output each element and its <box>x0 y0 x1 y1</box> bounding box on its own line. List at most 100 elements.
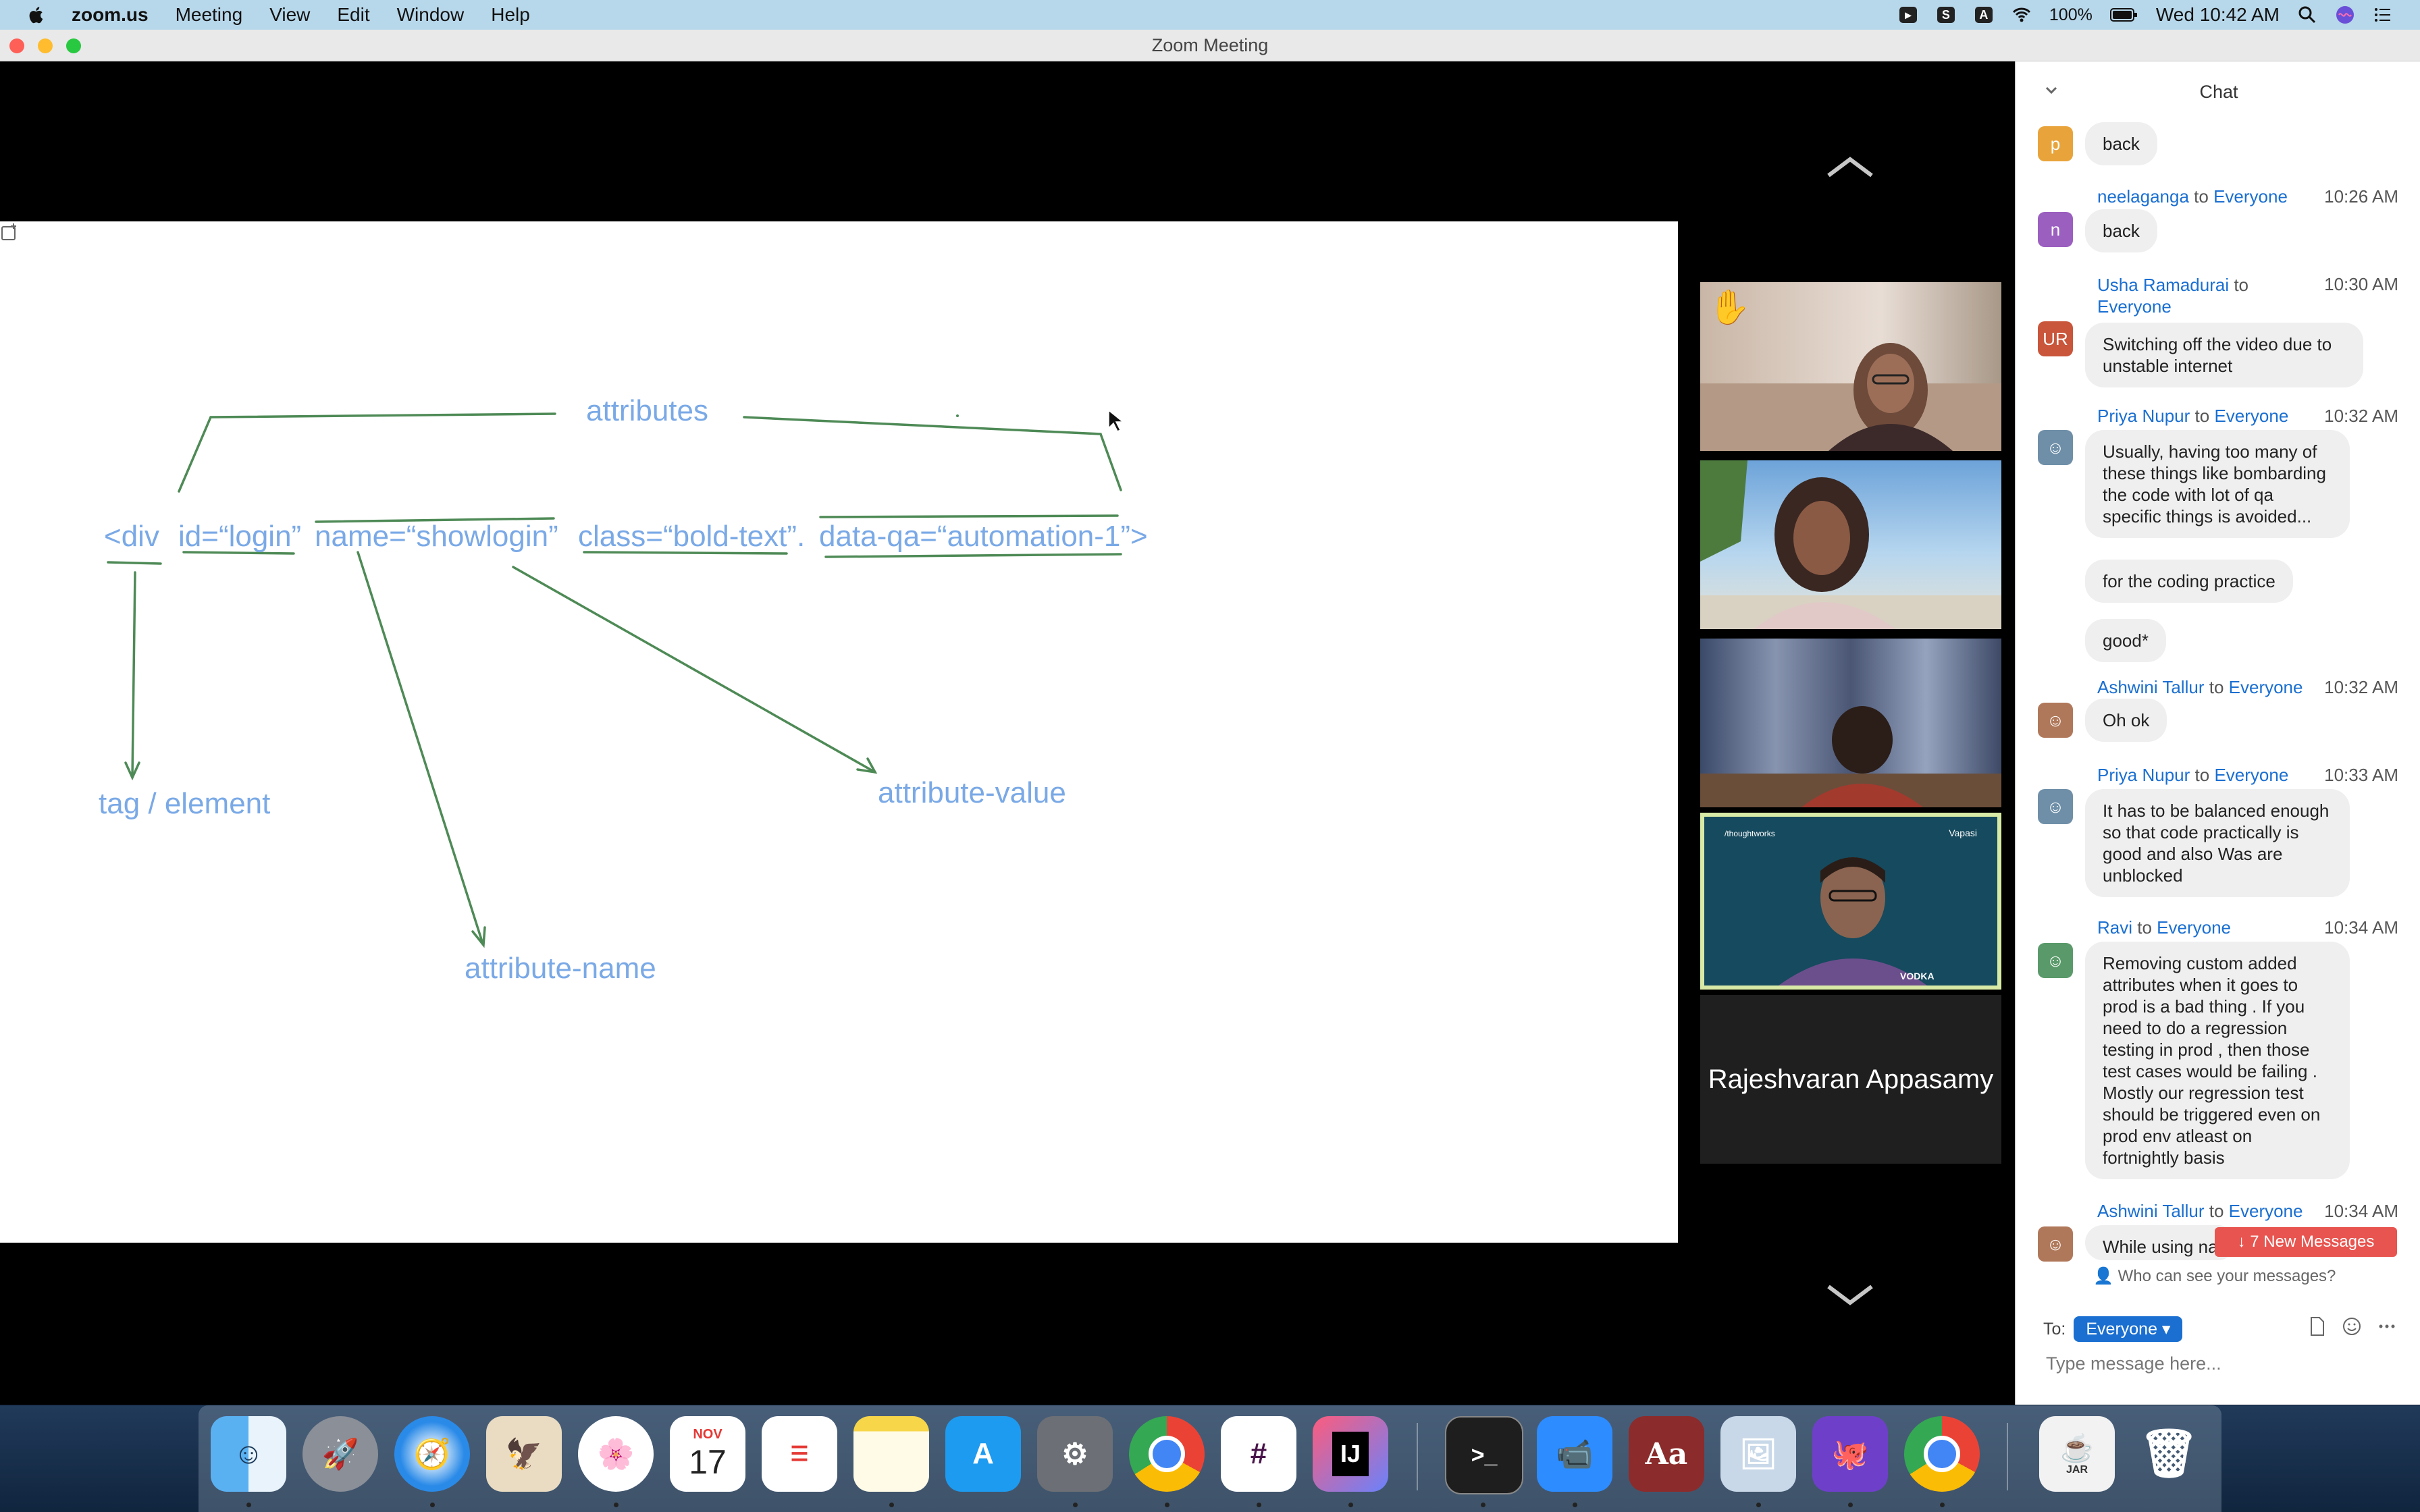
clock[interactable]: Wed 10:42 AM <box>2156 4 2280 26</box>
menu-edit[interactable]: Edit <box>337 4 369 26</box>
trash-icon[interactable]: 🗑 <box>2131 1416 2207 1492</box>
chat-bubble: Switching off the video due to unstable … <box>2085 323 2363 387</box>
participant-video-active-speaker[interactable]: /thoughtworks Vapasi VODKA <box>1700 813 2001 990</box>
chat-time: 10:34 AM <box>2324 917 2398 938</box>
dictionary-icon[interactable]: Aa <box>1629 1416 1704 1492</box>
wifi-icon[interactable] <box>2011 5 2032 25</box>
recipient-dropdown[interactable]: Everyone ▾ <box>2074 1316 2183 1342</box>
terminal-icon[interactable]: >_ <box>1445 1416 1523 1494</box>
launchpad-icon[interactable]: 🚀 <box>302 1416 378 1492</box>
running-indicator <box>1257 1503 1261 1507</box>
system-preferences-icon[interactable]: ⚙ <box>1037 1416 1113 1492</box>
minimize-window-button[interactable] <box>38 38 53 53</box>
photos-icon[interactable]: 🌸 <box>578 1416 654 1492</box>
whiteboard-drawing <box>107 409 1125 948</box>
skype-status-icon[interactable]: S <box>1936 5 1956 25</box>
chat-time: 10:30 AM <box>2324 274 2398 294</box>
gallery-down-arrow-icon[interactable] <box>1823 1281 1877 1308</box>
chat-time: 10:32 AM <box>2324 406 2398 426</box>
running-indicator <box>1165 1503 1169 1507</box>
running-indicator <box>1481 1503 1485 1507</box>
zoom-window-button[interactable] <box>66 38 81 53</box>
chat-sender: Usha Ramadurai to Everyone <box>2097 275 2249 317</box>
github-desktop-icon[interactable]: 🐙 <box>1812 1416 1888 1492</box>
running-indicator <box>1573 1503 1577 1507</box>
tile-brand-right: Vapasi <box>1949 828 1977 838</box>
running-indicator <box>614 1503 619 1507</box>
menu-window[interactable]: Window <box>397 4 465 26</box>
chat-bubble: back <box>2085 122 2157 165</box>
wb-id-code: id=“login” <box>178 520 302 553</box>
chat-sender: Priya Nupur to Everyone <box>2097 765 2289 785</box>
more-icon[interactable] <box>2377 1316 2397 1336</box>
to-label: To: <box>2043 1319 2066 1339</box>
zoom-app-icon[interactable]: 📹 <box>1537 1416 1612 1492</box>
chat-bubble: Usually, having too many of these things… <box>2085 430 2350 538</box>
chrome-icon-2[interactable] <box>1904 1416 1980 1492</box>
apple-icon[interactable] <box>27 5 45 25</box>
menu-help[interactable]: Help <box>491 4 530 26</box>
menu-meeting[interactable]: Meeting <box>176 4 243 26</box>
participant-video-2[interactable] <box>1700 460 2001 629</box>
annotate-icon[interactable] <box>0 221 20 242</box>
notification-center-icon[interactable] <box>2373 5 2393 25</box>
wb-name-code: name=“showlogin” <box>315 520 558 553</box>
input-source-icon[interactable]: A <box>1974 5 1994 25</box>
safari-icon[interactable]: 🧭 <box>394 1416 470 1492</box>
avatar: ☺ <box>2038 703 2073 738</box>
new-messages-button[interactable]: ↓ 7 New Messages <box>2215 1227 2397 1257</box>
running-indicator <box>1848 1503 1853 1507</box>
chrome-icon[interactable] <box>1129 1416 1205 1492</box>
chat-sender: Ravi to Everyone <box>2097 917 2232 938</box>
app-store-icon[interactable]: A <box>945 1416 1021 1492</box>
chat-bubble: Oh ok <box>2085 699 2167 742</box>
slack-icon[interactable]: # <box>1221 1416 1296 1492</box>
wb-attr-value-label: attribute-value <box>878 776 1066 809</box>
participant-video-1[interactable]: ✋ <box>1700 282 2001 451</box>
jar-file-icon[interactable]: ☕ JAR <box>2039 1416 2115 1492</box>
intellij-icon[interactable]: IJ <box>1313 1416 1388 1492</box>
siri-icon[interactable] <box>2335 5 2355 25</box>
zoom-status-icon[interactable]: ▸ <box>1898 5 1918 25</box>
preview-icon[interactable]: 🖼 <box>1720 1416 1796 1492</box>
tile-brand-left: /thoughtworks <box>1725 829 1775 838</box>
tile-shirt-text: VODKA <box>1900 971 1935 981</box>
chat-panel: Chat p back neelaganga to Everyone 10:26… <box>2015 61 2420 1405</box>
notes-icon[interactable] <box>853 1416 929 1492</box>
running-indicator <box>1073 1503 1078 1507</box>
calendar-icon[interactable]: NOV 17 <box>670 1416 745 1492</box>
menu-view[interactable]: View <box>269 4 310 26</box>
avatar: ☺ <box>2038 430 2073 465</box>
running-indicator <box>1756 1503 1761 1507</box>
wb-attributes: attributes <box>586 394 708 427</box>
battery-icon[interactable] <box>2109 7 2138 23</box>
avatar: ☺ <box>2038 789 2073 824</box>
participant-name-tile[interactable]: Rajeshvaran Appasamy <box>1700 995 2001 1164</box>
person-lock-icon: 👤 <box>2093 1267 2113 1285</box>
who-can-see-link[interactable]: 👤 Who can see your messages? <box>2093 1266 2336 1286</box>
file-icon[interactable] <box>2308 1316 2327 1336</box>
wb-attr-name-label: attribute-name <box>465 952 656 985</box>
avatar: p <box>2038 126 2073 161</box>
avatar: UR <box>2038 321 2073 356</box>
participant-video-3[interactable] <box>1700 639 2001 807</box>
chat-message-input[interactable]: Type message here... <box>2046 1353 2221 1374</box>
wb-tag-label: tag / element <box>99 787 271 820</box>
menu-app-zoom[interactable]: zoom.us <box>72 4 149 26</box>
chat-time: 10:34 AM <box>2324 1201 2398 1221</box>
chat-bubble: It has to be balanced enough so that cod… <box>2085 789 2350 897</box>
mouse-cursor-icon <box>1108 409 1125 433</box>
emoji-icon[interactable] <box>2342 1316 2362 1336</box>
gallery-up-arrow-icon[interactable] <box>1823 154 1877 181</box>
running-indicator <box>889 1503 894 1507</box>
reminders-icon[interactable]: ☰ <box>762 1416 837 1492</box>
chat-recipient-row: To: Everyone ▾ <box>2043 1316 2183 1342</box>
mail-icon[interactable]: 🦅 <box>486 1416 562 1492</box>
shared-whiteboard: attributes <div id=“login” name=“showlog… <box>0 221 1678 1243</box>
search-icon[interactable] <box>2297 5 2317 25</box>
wb-class-code: class=“bold-text”. <box>578 520 806 553</box>
chat-sender: Ashwini Tallur to Everyone <box>2097 677 2303 697</box>
finder-icon[interactable]: ☺ <box>211 1416 286 1492</box>
chat-sender: Ashwini Tallur to Everyone <box>2097 1201 2303 1221</box>
close-window-button[interactable] <box>9 38 24 53</box>
